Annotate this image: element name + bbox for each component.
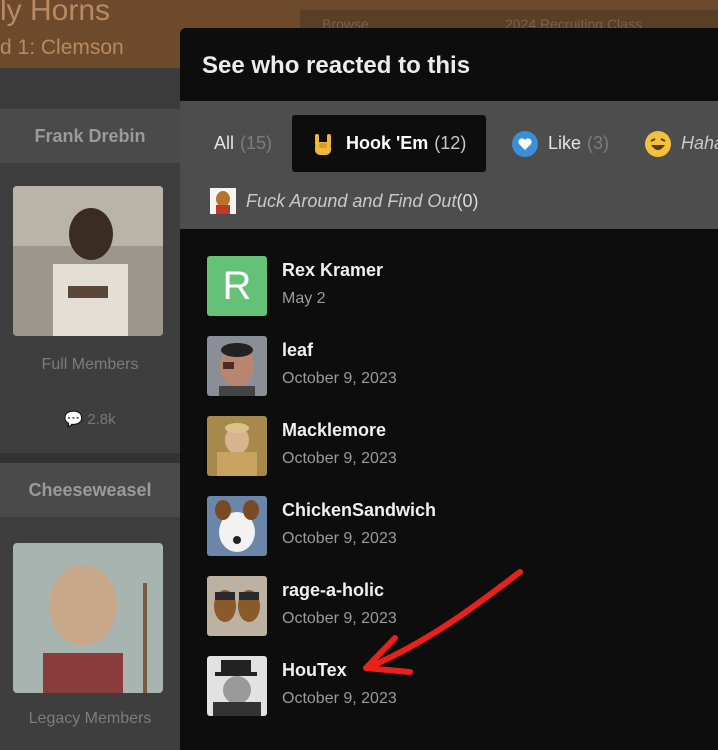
tab-haha-label: Haha	[681, 133, 718, 153]
list-item[interactable]: HouTex October 9, 2023	[207, 656, 707, 726]
list-item[interactable]: ChickenSandwich October 9, 2023	[207, 496, 707, 566]
sidebar-username[interactable]: Frank Drebin	[0, 109, 180, 163]
avatar[interactable]	[207, 336, 267, 396]
user-avatar-photo[interactable]	[13, 543, 163, 693]
tab-all-count: (15)	[240, 133, 273, 153]
background-sidebar: Frank Drebin Full Members 💬 2.8k Cheesew…	[0, 108, 180, 750]
background-page-title: ly Horns	[0, 0, 111, 27]
tab-like-label: Like	[548, 133, 582, 153]
avatar[interactable]	[207, 576, 267, 636]
member-username[interactable]: HouTex	[282, 660, 347, 681]
laughing-face-icon	[645, 130, 671, 157]
sidebar-username[interactable]: Cheeseweasel	[0, 463, 180, 517]
reaction-tabs: All (15) Hook 'Em (12) Like (3) Hah Fuck…	[180, 101, 718, 229]
faf-character-icon	[210, 188, 236, 214]
reactions-modal: See who reacted to this All (15) Hook 'E…	[180, 28, 718, 750]
post-count-value: 2.8k	[87, 411, 116, 428]
tab-haha[interactable]: Haha	[645, 115, 718, 172]
user-avatar-photo[interactable]	[13, 186, 163, 336]
avatar[interactable]: R	[207, 256, 267, 316]
sidebar-post-count: 💬 2.8k	[0, 410, 180, 428]
reaction-date: October 9, 2023	[282, 690, 397, 707]
reaction-date: October 9, 2023	[282, 450, 397, 467]
speech-bubble-icon: 💬	[64, 411, 84, 428]
list-item[interactable]: leaf October 9, 2023	[207, 336, 707, 406]
member-username[interactable]: ChickenSandwich	[282, 500, 436, 521]
background-page-subtitle: d 1: Clemson	[0, 36, 124, 59]
tab-hook-em[interactable]: Hook 'Em (12)	[292, 115, 487, 172]
sidebar-divider	[0, 453, 180, 463]
reaction-date: October 9, 2023	[282, 370, 397, 387]
tab-like[interactable]: Like (3)	[512, 115, 609, 172]
tab-all-label: All	[214, 133, 235, 153]
list-item[interactable]: R Rex Kramer May 2	[207, 256, 707, 326]
heart-like-icon	[512, 130, 538, 157]
member-username[interactable]: Macklemore	[282, 420, 386, 441]
reaction-date: October 9, 2023	[282, 530, 397, 547]
tab-all[interactable]: All (15)	[214, 115, 272, 172]
member-username[interactable]: Rex Kramer	[282, 260, 383, 281]
tab-faf-label: Fuck Around and Find Out	[246, 190, 457, 211]
member-username[interactable]: rage-a-holic	[282, 580, 384, 601]
member-username[interactable]: leaf	[282, 340, 313, 361]
reaction-date: May 2	[282, 290, 326, 307]
sidebar-user-role: Legacy Members	[28, 710, 152, 727]
list-item[interactable]: rage-a-holic October 9, 2023	[207, 576, 707, 646]
tab-hook-em-label: Hook 'Em	[346, 133, 429, 153]
tab-faf-count: (0)	[456, 190, 479, 211]
list-item[interactable]: Macklemore October 9, 2023	[207, 416, 707, 486]
modal-title: See who reacted to this	[202, 52, 471, 79]
reaction-date: October 9, 2023	[282, 610, 397, 627]
avatar[interactable]	[207, 416, 267, 476]
avatar[interactable]	[207, 496, 267, 556]
tab-like-count: (3)	[587, 133, 610, 153]
hook-em-hand-icon	[310, 131, 336, 157]
sidebar-user-role: Full Members	[41, 356, 139, 373]
tab-hook-em-count: (12)	[434, 133, 467, 153]
avatar[interactable]	[207, 656, 267, 716]
tab-faf[interactable]: Fuck Around and Find Out (0)	[210, 187, 478, 215]
background-strip	[0, 68, 180, 108]
